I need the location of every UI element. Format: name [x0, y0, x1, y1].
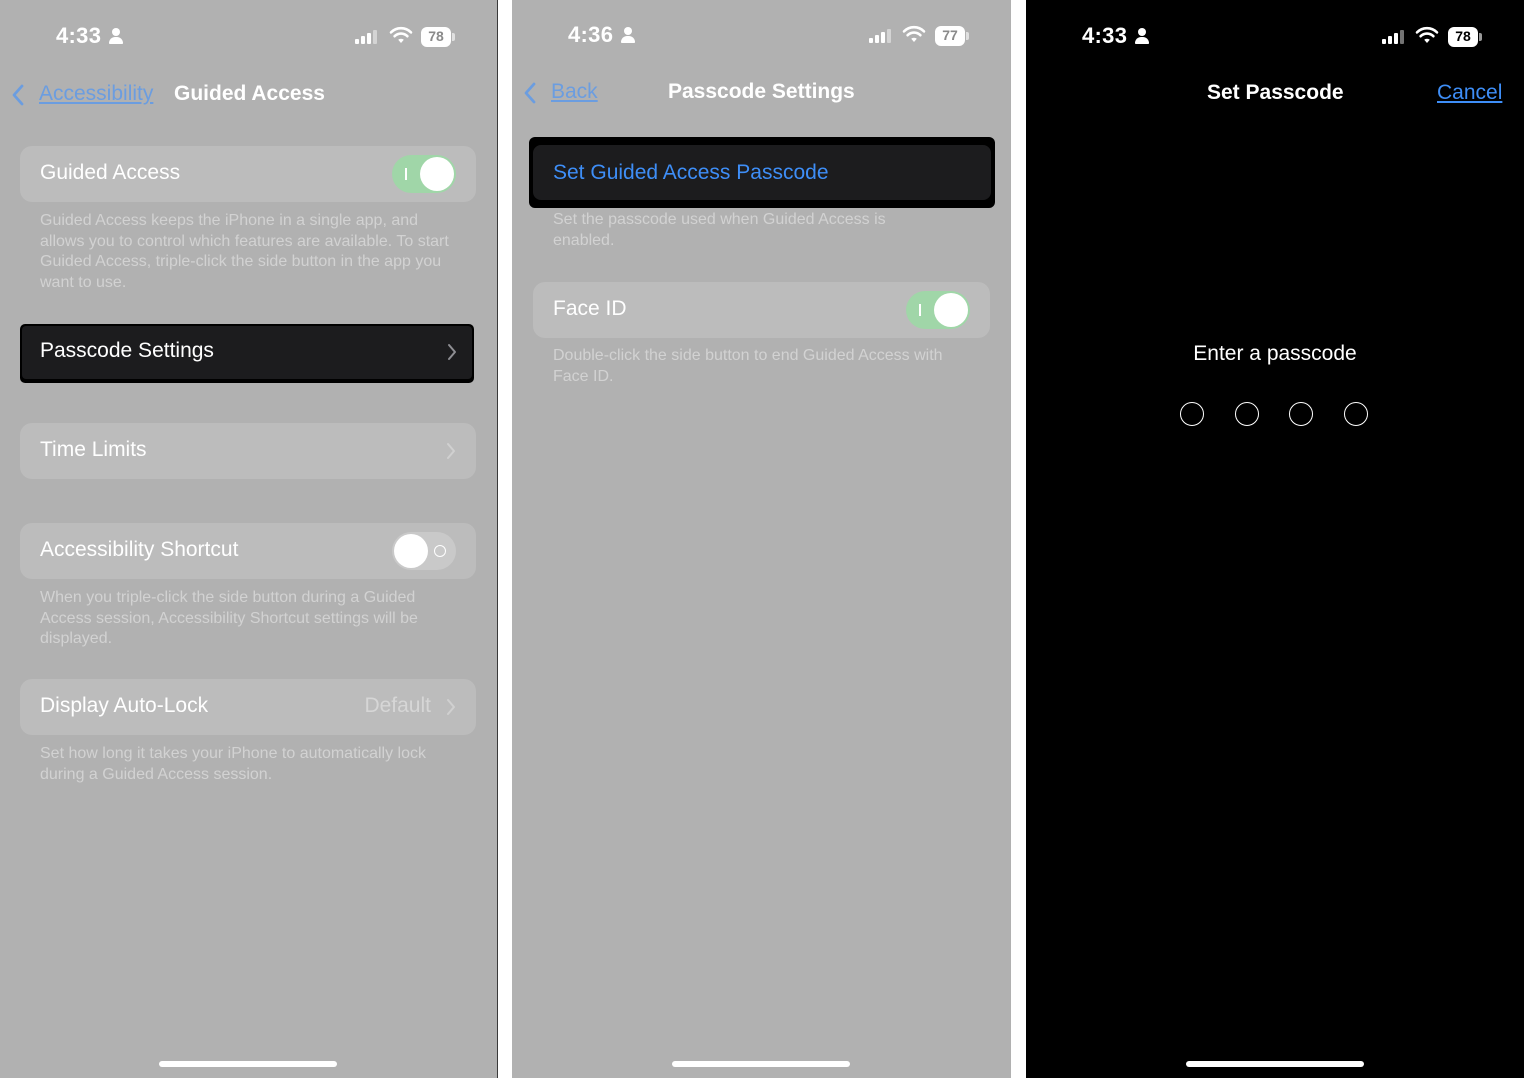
- status-time: 4:33: [1082, 23, 1128, 48]
- chevron-left-icon[interactable]: [11, 83, 25, 107]
- set-guided-access-passcode-label: Set Guided Access Passcode: [553, 161, 829, 184]
- page-title: Passcode Settings: [668, 80, 855, 103]
- back-button-accessibility[interactable]: Accessibility: [39, 82, 153, 106]
- set-passcode-footnote: Set the passcode used when Guided Access…: [553, 211, 886, 249]
- page-title: Set Passcode: [1207, 81, 1344, 104]
- display-auto-lock-label: Display Auto-Lock: [40, 694, 209, 717]
- status-bar: 4:33 78: [0, 20, 497, 52]
- back-button[interactable]: Back: [551, 80, 598, 104]
- wifi-icon: [902, 25, 926, 42]
- time-limits-label: Time Limits: [40, 438, 147, 461]
- screen-set-passcode: 4:33 78 Set Passcode Cancel Enter a pass…: [1026, 0, 1524, 1078]
- nav-bar: Back Passcode Settings: [512, 73, 1011, 115]
- display-auto-lock-footnote: Set how long it takes your iPhone to aut…: [40, 745, 426, 783]
- passcode-prompt: Enter a passcode: [1193, 342, 1357, 365]
- status-bar: 4:33 78: [1026, 20, 1524, 52]
- face-id-toggle[interactable]: [906, 291, 970, 329]
- passcode-dot: [1344, 402, 1368, 426]
- passcode-settings-label: Passcode Settings: [40, 339, 214, 362]
- nav-bar: Set Passcode Cancel: [1026, 74, 1524, 116]
- guided-access-row: Guided Access: [20, 146, 476, 202]
- face-id-row: Face ID: [533, 282, 990, 338]
- person-icon: [621, 27, 635, 43]
- guided-access-label: Guided Access: [40, 161, 181, 184]
- chevron-left-icon[interactable]: [523, 81, 537, 105]
- wifi-icon: [1415, 26, 1439, 43]
- accessibility-shortcut-toggle[interactable]: [392, 532, 456, 570]
- passcode-dot: [1289, 402, 1313, 426]
- battery-icon: 78: [1448, 27, 1482, 47]
- face-id-footnote: Double-click the side button to end Guid…: [553, 347, 943, 385]
- accessibility-shortcut-label: Accessibility Shortcut: [40, 538, 239, 561]
- cellular-signal-icon: [1382, 28, 1404, 44]
- cellular-signal-icon: [355, 28, 377, 44]
- accessibility-shortcut-footnote: When you triple-click the side button du…: [40, 589, 418, 647]
- battery-percent: 78: [1455, 28, 1471, 44]
- screen-guided-access: 4:33 78 Accessibility Guided Access Guid…: [0, 0, 497, 1078]
- wifi-icon: [389, 26, 413, 43]
- panel-divider: [1011, 0, 1012, 1078]
- status-time: 4:33: [56, 23, 102, 48]
- nav-bar: Accessibility Guided Access: [0, 75, 497, 117]
- person-icon: [109, 28, 123, 44]
- home-indicator[interactable]: [672, 1061, 850, 1067]
- battery-percent: 77: [942, 27, 958, 43]
- accessibility-shortcut-row: Accessibility Shortcut: [20, 523, 476, 579]
- battery-icon: 78: [421, 27, 455, 47]
- set-guided-access-passcode-row[interactable]: Set Guided Access Passcode: [529, 137, 995, 208]
- battery-percent: 78: [428, 28, 444, 44]
- display-auto-lock-row[interactable]: Display Auto-Lock Default: [20, 679, 476, 735]
- person-icon: [1135, 28, 1149, 44]
- status-bar: 4:36 77: [512, 19, 1011, 51]
- time-limits-row[interactable]: Time Limits: [20, 423, 476, 479]
- screen-passcode-settings: 4:36 77 Back Passcode Settings Set Guide…: [512, 0, 1011, 1078]
- page-title: Guided Access: [174, 82, 325, 105]
- guided-access-toggle[interactable]: [392, 155, 456, 193]
- chevron-right-icon: [448, 344, 456, 360]
- passcode-settings-row[interactable]: Passcode Settings: [20, 324, 474, 383]
- panel-divider: [497, 0, 498, 1078]
- guided-access-footnote: Guided Access keeps the iPhone in a sing…: [40, 212, 449, 291]
- battery-icon: 77: [935, 26, 969, 46]
- display-auto-lock-value: Default: [364, 694, 431, 717]
- status-time: 4:36: [568, 22, 614, 47]
- face-id-label: Face ID: [553, 297, 627, 320]
- home-indicator[interactable]: [159, 1061, 337, 1067]
- cellular-signal-icon: [869, 27, 891, 43]
- chevron-right-icon: [447, 699, 455, 715]
- home-indicator[interactable]: [1186, 1061, 1364, 1067]
- chevron-right-icon: [447, 443, 455, 459]
- passcode-dot: [1180, 402, 1204, 426]
- cancel-button[interactable]: Cancel: [1437, 81, 1502, 105]
- passcode-dots: [1180, 402, 1370, 428]
- passcode-dot: [1235, 402, 1259, 426]
